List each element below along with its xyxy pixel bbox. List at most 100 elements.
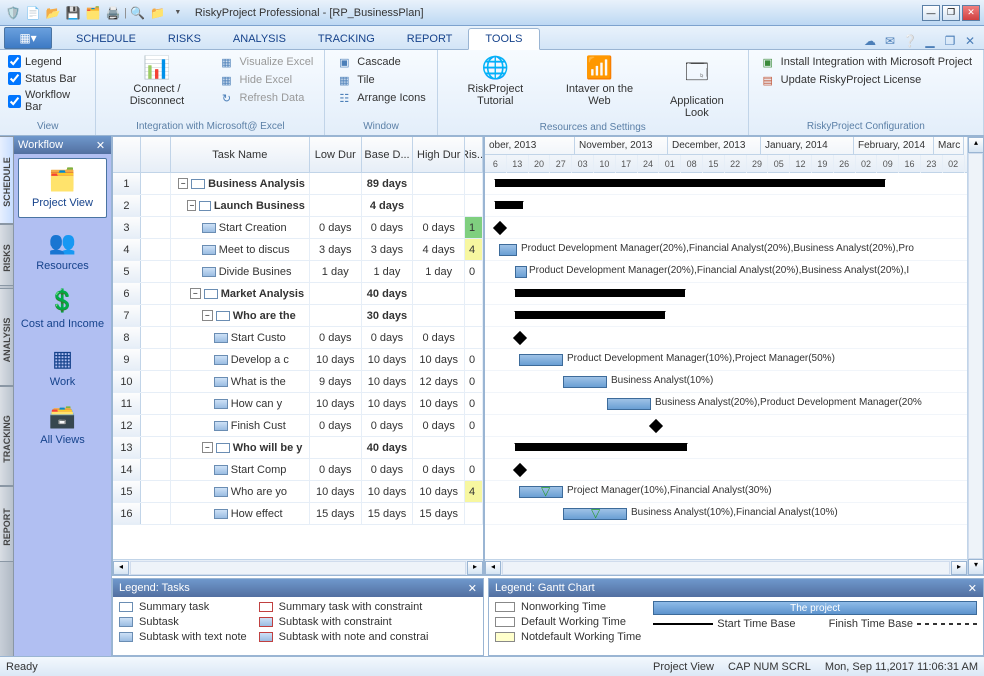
gantt-vscroll[interactable]: ▴▾ xyxy=(967,137,983,575)
workflow-close-button[interactable]: ✕ xyxy=(94,139,107,152)
table-row[interactable]: 7 − Who are the 30 days xyxy=(113,305,483,327)
gantt-row[interactable]: Business Analyst(10%),Financial Analyst(… xyxy=(485,503,967,525)
gantt-row[interactable]: Product Development Manager(20%),Financi… xyxy=(485,239,967,261)
connect-disconnect-button[interactable]: 📊Connect / Disconnect xyxy=(104,53,209,109)
table-row[interactable]: 10 What is the 9 days 10 days 12 days 0 xyxy=(113,371,483,393)
gantt-row[interactable] xyxy=(485,459,967,481)
app-look-button[interactable]: 🗔Application Look xyxy=(654,53,740,121)
open-icon[interactable]: 📂 xyxy=(44,4,62,22)
app-menu-icon[interactable]: 🛡️ xyxy=(4,4,22,22)
table-row[interactable]: 8 Start Custo 0 days 0 days 0 days xyxy=(113,327,483,349)
folder-icon[interactable]: 📁 xyxy=(149,4,167,22)
workflow-item-work[interactable]: ▦Work xyxy=(14,338,111,396)
table-row[interactable]: 5 Divide Busines 1 day 1 day 1 day 0 xyxy=(113,261,483,283)
intaver-web-button[interactable]: 📶Intaver on the Web xyxy=(551,53,648,109)
col-highdur[interactable]: High Dur xyxy=(413,137,465,172)
gantt-row[interactable] xyxy=(485,327,967,349)
install-integration-button[interactable]: ▣Install Integration with Microsoft Proj… xyxy=(757,53,975,71)
table-row[interactable]: 3 Start Creation 0 days 0 days 0 days 1 xyxy=(113,217,483,239)
gantt-row[interactable] xyxy=(485,217,967,239)
refresh-data-button[interactable]: ↻Refresh Data xyxy=(216,89,317,107)
side-tab-tracking[interactable]: TRACKING xyxy=(0,386,14,486)
col-lowdur[interactable]: Low Dur xyxy=(310,137,362,172)
gantt-row[interactable]: Product Development Manager(20%),Financi… xyxy=(485,261,967,283)
cascade-button[interactable]: ▣Cascade xyxy=(333,53,428,71)
workflowbar-checkbox[interactable]: Workflow Bar xyxy=(8,89,87,113)
legend-gantt-close[interactable]: ✕ xyxy=(968,582,977,595)
table-row[interactable]: 13 − Who will be y 40 days xyxy=(113,437,483,459)
minimize-button[interactable]: — xyxy=(922,5,940,21)
gantt-row[interactable]: Business Analyst(10%) xyxy=(485,371,967,393)
app-button[interactable]: ▦▾ xyxy=(4,27,52,49)
tab-tracking[interactable]: TRACKING xyxy=(302,29,391,49)
workflow-item-all-views[interactable]: 🗃️All Views xyxy=(14,396,111,454)
col-rownum[interactable] xyxy=(113,137,141,172)
tab-tools[interactable]: TOOLS xyxy=(468,28,539,50)
mdi-close-icon[interactable]: ✕ xyxy=(962,33,978,49)
collapse-icon[interactable]: − xyxy=(190,288,201,299)
col-indicator[interactable] xyxy=(141,137,171,172)
legend-checkbox[interactable]: Legend xyxy=(8,55,87,68)
gantt-row[interactable] xyxy=(485,173,967,195)
table-row[interactable]: 9 Develop a c 10 days 10 days 10 days 0 xyxy=(113,349,483,371)
legend-tasks-close[interactable]: ✕ xyxy=(468,582,477,595)
qat-dropdown-icon[interactable]: ▼ xyxy=(169,4,187,22)
gantt-row[interactable]: Business Analyst(20%),Product Developmen… xyxy=(485,393,967,415)
table-row[interactable]: 2 − Launch Business 4 days xyxy=(113,195,483,217)
grid-hscroll[interactable]: ◂▸ xyxy=(113,559,483,575)
table-row[interactable]: 1 − Business Analysis 89 days xyxy=(113,173,483,195)
task-bar[interactable] xyxy=(499,244,517,256)
visualize-excel-button[interactable]: ▦Visualize Excel xyxy=(216,53,317,71)
col-basedur[interactable]: Base D... xyxy=(362,137,414,172)
tab-risks[interactable]: RISKS xyxy=(152,29,217,49)
help-icon[interactable]: ❔ xyxy=(902,33,918,49)
side-tab-report[interactable]: REPORT xyxy=(0,486,14,562)
table-row[interactable]: 11 How can y 10 days 10 days 10 days 0 xyxy=(113,393,483,415)
workflow-item-cost-and-income[interactable]: 💲Cost and Income xyxy=(14,280,111,338)
side-tab-analysis[interactable]: ANALYSIS xyxy=(0,288,14,386)
table-row[interactable]: 12 Finish Cust 0 days 0 days 0 days 0 xyxy=(113,415,483,437)
table-row[interactable]: 14 Start Comp 0 days 0 days 0 days 0 xyxy=(113,459,483,481)
help-cloud-icon[interactable]: ☁ xyxy=(862,33,878,49)
arrange-icons-button[interactable]: ☷Arrange Icons xyxy=(333,89,428,107)
zoom-icon[interactable]: 🔍 xyxy=(129,4,147,22)
collapse-icon[interactable]: − xyxy=(187,200,196,211)
tab-analysis[interactable]: ANALYSIS xyxy=(217,29,302,49)
tutorial-button[interactable]: 🌐RiskProject Tutorial xyxy=(446,53,545,109)
task-bar[interactable] xyxy=(563,376,607,388)
task-bar[interactable] xyxy=(519,354,563,366)
collapse-icon[interactable]: − xyxy=(202,310,213,321)
close-button[interactable]: ✕ xyxy=(962,5,980,21)
gantt-row[interactable] xyxy=(485,415,967,437)
task-bar[interactable] xyxy=(515,266,527,278)
gantt-row[interactable] xyxy=(485,283,967,305)
col-taskname[interactable]: Task Name xyxy=(171,137,310,172)
workflow-item-project-view[interactable]: 🗂️Project View xyxy=(18,158,107,218)
statusbar-checkbox[interactable]: Status Bar xyxy=(8,72,87,85)
col-risk[interactable]: Ris... xyxy=(465,137,483,172)
table-row[interactable]: 4 Meet to discus 3 days 3 days 4 days 4 xyxy=(113,239,483,261)
print-icon[interactable]: 🖨️ xyxy=(104,4,122,22)
gantt-row[interactable]: Product Development Manager(10%),Project… xyxy=(485,349,967,371)
side-tab-risks[interactable]: RISKS xyxy=(0,224,14,286)
task-bar[interactable] xyxy=(607,398,651,410)
tile-button[interactable]: ▦Tile xyxy=(333,71,428,89)
save-icon[interactable]: 💾 xyxy=(64,4,82,22)
feedback-icon[interactable]: ✉ xyxy=(882,33,898,49)
save-all-icon[interactable]: 🗂️ xyxy=(84,4,102,22)
mdi-min-icon[interactable]: ▁ xyxy=(922,33,938,49)
gantt-chart[interactable]: ober, 2013November, 2013December, 2013Ja… xyxy=(485,137,967,575)
gantt-row[interactable]: Project Manager(10%),Financial Analyst(3… xyxy=(485,481,967,503)
gantt-row[interactable] xyxy=(485,437,967,459)
maximize-button[interactable]: ❐ xyxy=(942,5,960,21)
gantt-row[interactable] xyxy=(485,195,967,217)
hide-excel-button[interactable]: ▦Hide Excel xyxy=(216,71,317,89)
collapse-icon[interactable]: − xyxy=(178,178,189,189)
mdi-restore-icon[interactable]: ❐ xyxy=(942,33,958,49)
workflow-item-resources[interactable]: 👥Resources xyxy=(14,222,111,280)
gantt-hscroll[interactable]: ◂▸ xyxy=(485,559,967,575)
table-row[interactable]: 16 How effect 15 days 15 days 15 days xyxy=(113,503,483,525)
tab-report[interactable]: REPORT xyxy=(391,29,469,49)
tab-schedule[interactable]: SCHEDULE xyxy=(60,29,152,49)
collapse-icon[interactable]: − xyxy=(202,442,213,453)
